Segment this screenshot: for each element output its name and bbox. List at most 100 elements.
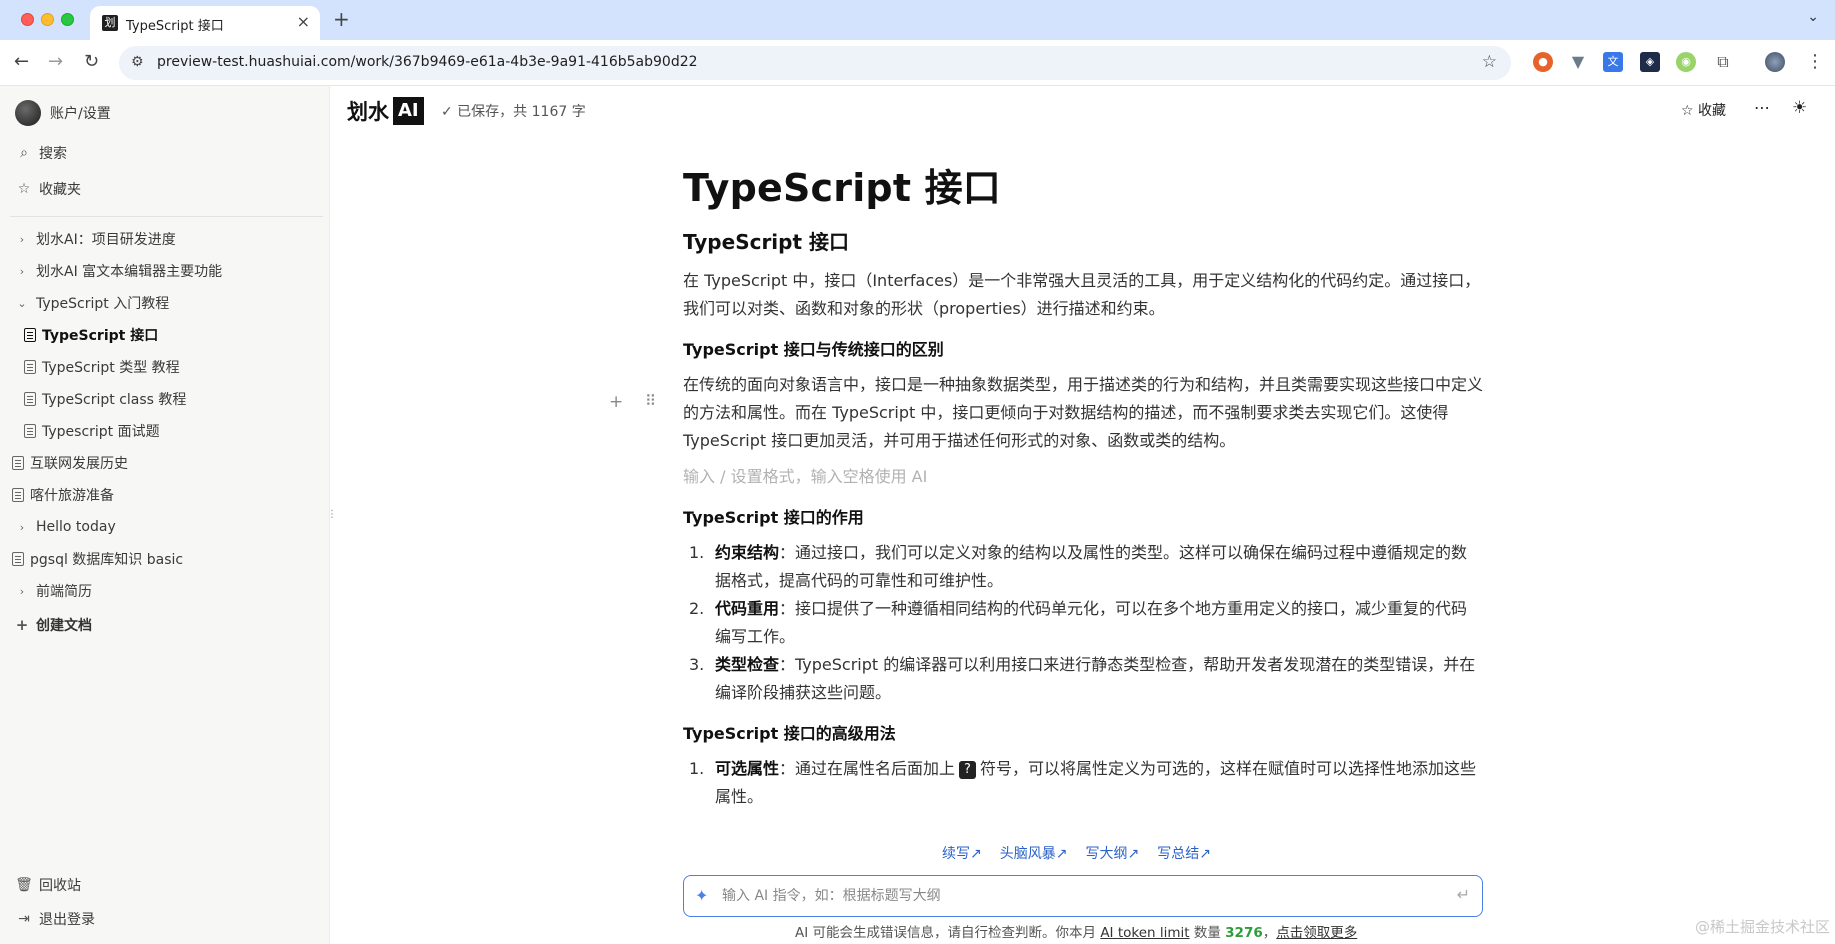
- heading-2[interactable]: TypeScript 接口: [683, 228, 1483, 256]
- favorite-button[interactable]: ☆ 收藏: [1681, 100, 1726, 120]
- site-settings-icon[interactable]: ⚙: [131, 54, 144, 70]
- search-icon: ⌕: [20, 145, 28, 161]
- token-limit-link[interactable]: AI token limit: [1100, 925, 1189, 941]
- window-minimize-button[interactable]: [41, 13, 54, 26]
- heading-3-difference[interactable]: TypeScript 接口与传统接口的区别: [683, 337, 1483, 363]
- browser-toolbar: ← → ↻ ⚙ preview-test.huashuiai.com/work/…: [0, 40, 1835, 86]
- list-item[interactable]: 2. 代码重用：接口提供了一种遵循相同结构的代码单元化，可以在多个地方重用定义的…: [683, 595, 1483, 651]
- list-number: 2.: [689, 599, 705, 618]
- trash-icon: 🗑: [15, 877, 33, 893]
- ordered-list-purpose: 1. 约束结构：通过接口，我们可以定义对象的结构以及属性的类型。这样可以确保在编…: [683, 539, 1483, 707]
- save-status: ✓ 已保存，共 1167 字: [441, 104, 586, 120]
- window-maximize-button[interactable]: [61, 13, 74, 26]
- heading-3-advanced[interactable]: TypeScript 接口的高级用法: [683, 721, 1483, 747]
- ai-command-box[interactable]: ✦ ↵: [683, 875, 1483, 917]
- record-extension-icon[interactable]: ●: [1533, 52, 1553, 72]
- tree-item-doc[interactable]: Typescript 面试题: [24, 418, 160, 444]
- tab-search-chevron-icon[interactable]: ⌄: [1807, 9, 1819, 25]
- document-title[interactable]: TypeScript 接口: [683, 160, 1483, 216]
- tree-item-doc[interactable]: TypeScript class 教程: [24, 386, 186, 412]
- tree-item-label: TypeScript 接口: [42, 328, 159, 344]
- tree-item-folder[interactable]: › 划水AI：项目研发进度: [15, 226, 176, 252]
- document-icon: [24, 328, 36, 342]
- vue-devtools-icon[interactable]: ▼: [1568, 52, 1588, 72]
- browser-tab-active[interactable]: 划 TypeScript 接口 ×: [90, 6, 320, 40]
- tree-item-doc[interactable]: 互联网发展历史: [12, 450, 128, 476]
- sidebar-divider: [10, 216, 323, 217]
- tree-item-label: Typescript 面试题: [42, 424, 160, 440]
- app-logo[interactable]: 划水 AI: [347, 96, 424, 126]
- reload-icon[interactable]: ↻: [84, 52, 99, 72]
- tree-item-folder[interactable]: › 前端简历: [15, 578, 92, 604]
- sidebar-trash-item[interactable]: 🗑 回收站: [15, 872, 81, 898]
- profile-avatar[interactable]: [1765, 52, 1785, 72]
- tree-item-label: 喀什旅游准备: [30, 488, 114, 504]
- sidebar-search-label: 搜索: [39, 146, 67, 162]
- user-avatar: [15, 100, 41, 126]
- tree-item-doc[interactable]: pgsql 数据库知识 basic: [12, 546, 183, 572]
- chevron-right-icon[interactable]: ›: [15, 265, 29, 278]
- logo-ai-badge: AI: [393, 97, 424, 125]
- theme-toggle-sun-icon[interactable]: ☀: [1792, 98, 1807, 118]
- tree-item-folder[interactable]: › Hello today: [15, 514, 116, 540]
- window-close-button[interactable]: [21, 13, 34, 26]
- more-options-icon[interactable]: ⋯: [1754, 98, 1770, 117]
- list-number: 3.: [689, 655, 705, 674]
- tree-item-doc[interactable]: TypeScript 类型 教程: [24, 354, 180, 380]
- new-tab-button[interactable]: +: [333, 8, 350, 30]
- sidebar-logout-label: 退出登录: [39, 912, 95, 928]
- list-item[interactable]: 1. 约束结构：通过接口，我们可以定义对象的结构以及属性的类型。这样可以确保在编…: [683, 539, 1483, 595]
- translate-extension-icon[interactable]: 文: [1603, 52, 1623, 72]
- url-text[interactable]: preview-test.huashuiai.com/work/367b9469…: [157, 54, 698, 70]
- ai-continue-button[interactable]: 续写↗: [942, 843, 982, 863]
- chevron-right-icon[interactable]: ›: [15, 585, 29, 598]
- footer-separator: ，: [1262, 925, 1277, 941]
- browser-menu-icon[interactable]: ⋮: [1806, 52, 1824, 72]
- empty-block-placeholder[interactable]: 输入 / 设置格式，输入空格使用 AI: [683, 463, 1483, 491]
- tree-item-label: Hello today: [36, 519, 116, 535]
- ai-command-input[interactable]: [722, 885, 1422, 907]
- devtools-extension-icon[interactable]: ◈: [1640, 52, 1660, 72]
- list-number: 1.: [689, 543, 705, 562]
- sidebar-logout-item[interactable]: ⇥ 退出登录: [15, 906, 95, 932]
- document-editor[interactable]: TypeScript 接口 TypeScript 接口 在 TypeScript…: [683, 160, 1483, 805]
- drag-handle-icon[interactable]: ⠿: [645, 392, 656, 410]
- paragraph-difference[interactable]: 在传统的面向对象语言中，接口是一种抽象数据类型，用于描述类的行为和结构，并且类需…: [683, 371, 1483, 455]
- tree-item-label: pgsql 数据库知识 basic: [30, 552, 184, 568]
- sidebar-search-item[interactable]: ⌕ 搜索: [15, 140, 67, 166]
- create-document-button[interactable]: + 创建文档: [15, 612, 92, 638]
- chevron-right-icon[interactable]: ›: [15, 521, 29, 534]
- tree-item-label: 互联网发展历史: [30, 456, 128, 472]
- add-block-plus-icon[interactable]: +: [609, 392, 623, 412]
- tree-item-label: 划水AI 富文本编辑器主要功能: [36, 264, 223, 280]
- puzzle-extensions-icon[interactable]: ⧉: [1713, 52, 1733, 72]
- list-item[interactable]: 3. 类型检查：TypeScript 的编译器可以利用接口来进行静态类型检查，帮…: [683, 651, 1483, 707]
- color-extension-icon[interactable]: ◉: [1676, 52, 1696, 72]
- star-icon: ☆: [17, 181, 31, 197]
- back-arrow-icon[interactable]: ←: [14, 52, 29, 72]
- sidebar-favorites-label: 收藏夹: [39, 182, 81, 198]
- paragraph-intro[interactable]: 在 TypeScript 中，接口（Interfaces）是一个非常强大且灵活的…: [683, 267, 1483, 323]
- forward-arrow-icon[interactable]: →: [48, 52, 63, 72]
- enter-icon[interactable]: ↵: [1457, 885, 1470, 904]
- heading-3-purpose[interactable]: TypeScript 接口的作用: [683, 505, 1483, 531]
- tree-item-folder[interactable]: › 划水AI 富文本编辑器主要功能: [15, 258, 222, 284]
- sidebar-favorites-item[interactable]: ☆ 收藏夹: [15, 176, 81, 202]
- ai-brainstorm-button[interactable]: 头脑风暴↗: [1000, 843, 1068, 863]
- account-settings-item[interactable]: 账户/设置: [15, 100, 111, 126]
- chevron-down-icon[interactable]: ⌄: [15, 297, 29, 310]
- tree-item-doc[interactable]: 喀什旅游准备: [12, 482, 114, 508]
- ai-outline-button[interactable]: 写大纲↗: [1085, 843, 1139, 863]
- ai-summary-button[interactable]: 写总结↗: [1157, 843, 1211, 863]
- tree-item-doc-active[interactable]: TypeScript 接口: [24, 322, 158, 348]
- claim-more-link[interactable]: 点击领取更多: [1276, 925, 1357, 941]
- chevron-right-icon[interactable]: ›: [15, 233, 29, 246]
- list-item[interactable]: 1. 可选属性：通过在属性名后面加上? 符号，可以将属性定义为可选的，这样在赋值时…: [683, 755, 1483, 805]
- tab-close-icon[interactable]: ×: [297, 13, 310, 31]
- sidebar: 账户/设置 ⌕ 搜索 ☆ 收藏夹 › 划水AI：项目研发进度 › 划水AI 富文…: [0, 86, 330, 944]
- bookmark-star-icon[interactable]: ☆: [1482, 52, 1497, 72]
- address-bar[interactable]: ⚙ preview-test.huashuiai.com/work/367b94…: [119, 46, 1511, 80]
- tree-item-folder-expanded[interactable]: ⌄ TypeScript 入门教程: [15, 290, 169, 316]
- sidebar-resize-handle[interactable]: ⋮: [327, 508, 337, 522]
- favorite-label: 收藏: [1698, 103, 1727, 119]
